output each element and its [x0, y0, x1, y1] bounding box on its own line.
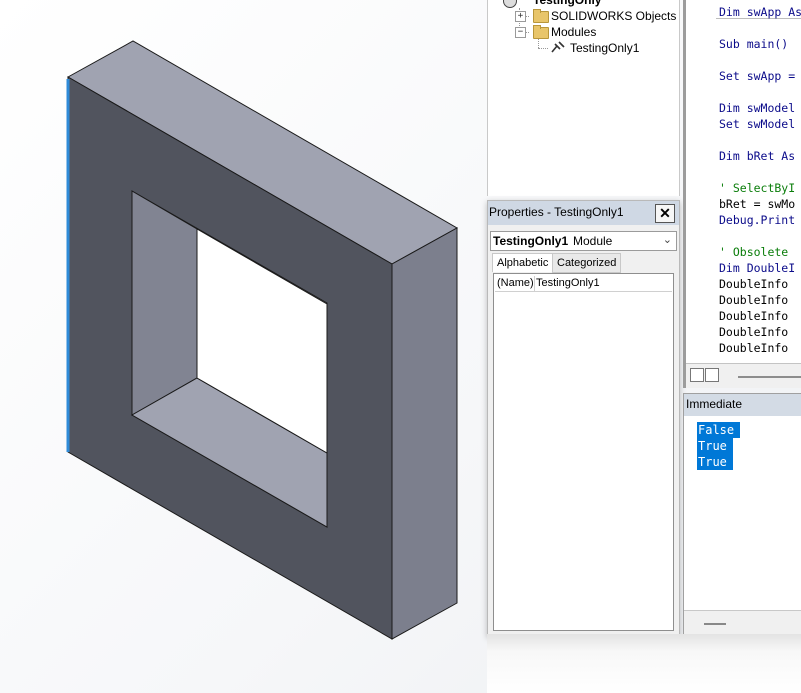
immediate-title: Immediate: [686, 397, 743, 411]
code-status-bar: [686, 363, 801, 388]
code-line[interactable]: DoubleInfo: [719, 292, 788, 308]
property-key: (Name): [497, 276, 535, 291]
properties-window[interactable]: Properties - TestingOnly1 ✕ TestingOnly1…: [487, 200, 680, 636]
immediate-title-bar[interactable]: Immediate: [684, 394, 801, 416]
immediate-output-line[interactable]: False: [697, 422, 741, 438]
code-line[interactable]: Dim swApp As: [719, 4, 801, 20]
code-line[interactable]: DoubleInfo: [719, 340, 788, 356]
tab-categorized[interactable]: Categorized: [552, 253, 622, 273]
code-line[interactable]: DoubleInfo: [719, 324, 788, 340]
full-module-view-icon[interactable]: [705, 368, 719, 382]
object-name: TestingOnly1: [493, 234, 569, 248]
expand-toggle[interactable]: +: [515, 11, 526, 22]
tree-item-modules[interactable]: Modules: [551, 24, 596, 40]
open-folder-icon: [533, 25, 549, 39]
code-line[interactable]: Set swModel: [719, 116, 795, 132]
code-line[interactable]: DoubleInfo: [719, 308, 788, 324]
tree-guide: [538, 48, 548, 49]
code-line[interactable]: Sub main(): [719, 36, 788, 52]
object-type: Module: [573, 234, 613, 248]
property-value[interactable]: TestingOnly1: [536, 276, 600, 291]
code-line[interactable]: Debug.Print: [719, 212, 795, 228]
close-icon[interactable]: ✕: [655, 204, 675, 223]
code-line[interactable]: Set swApp =: [719, 68, 801, 84]
project-explorer[interactable]: TestingOnly + SOLIDWORKS Objects − Modul…: [487, 0, 680, 196]
code-line[interactable]: ' Obsolete: [719, 244, 795, 260]
code-line[interactable]: DoubleInfo: [719, 276, 788, 292]
window-shadow: [487, 634, 801, 693]
hole-inner-left-face[interactable]: [131, 190, 198, 416]
immediate-output-line[interactable]: True: [697, 438, 733, 454]
tree-item-solidworks-objects[interactable]: SOLIDWORKS Objects: [551, 8, 676, 24]
properties-title: Properties - TestingOnly1: [489, 205, 624, 219]
code-line[interactable]: Dim DoubleI: [719, 260, 795, 276]
folder-icon: [533, 9, 549, 23]
code-line[interactable]: Dim swModel: [719, 100, 795, 116]
horizontal-scrollbar[interactable]: [738, 376, 801, 378]
tree-item-label: TestingOnly1: [570, 41, 640, 55]
code-line[interactable]: bRet = swMo: [719, 196, 795, 212]
property-row[interactable]: (Name) TestingOnly1: [495, 276, 672, 292]
tree-item-label: Modules: [551, 25, 597, 39]
horizontal-scrollbar[interactable]: [704, 623, 726, 625]
graphics-viewport[interactable]: [0, 0, 801, 693]
code-window[interactable]: Dim swApp As Sub main() Set swApp = Dim …: [683, 0, 801, 388]
code-line[interactable]: ' SelectByI: [719, 180, 795, 196]
tree-guide: [538, 38, 539, 48]
immediate-window[interactable]: Immediate False True True: [683, 393, 801, 635]
properties-title-bar[interactable]: Properties - TestingOnly1 ✕: [488, 201, 679, 225]
code-line[interactable]: Dim bRet As: [719, 148, 795, 164]
collapse-toggle[interactable]: −: [515, 27, 526, 38]
object-selector[interactable]: TestingOnly1 Module ⌄: [490, 231, 677, 251]
tree-item-label: SOLIDWORKS Objects: [551, 9, 677, 23]
part-side-face[interactable]: [391, 227, 458, 640]
immediate-status-bar: [684, 610, 801, 635]
tree-item-testingonly1[interactable]: TestingOnly1: [570, 40, 639, 56]
project-icon: [503, 0, 517, 8]
square-frame-part[interactable]: [0, 0, 487, 693]
module-icon: [551, 41, 565, 53]
tree-root-label: TestingOnly: [533, 0, 602, 7]
chevron-down-icon[interactable]: ⌄: [663, 233, 672, 246]
tab-alphabetic[interactable]: Alphabetic: [492, 253, 554, 272]
property-grid[interactable]: (Name) TestingOnly1: [493, 273, 674, 631]
procedure-view-icon[interactable]: [690, 368, 704, 382]
immediate-output-line[interactable]: True: [697, 454, 733, 470]
